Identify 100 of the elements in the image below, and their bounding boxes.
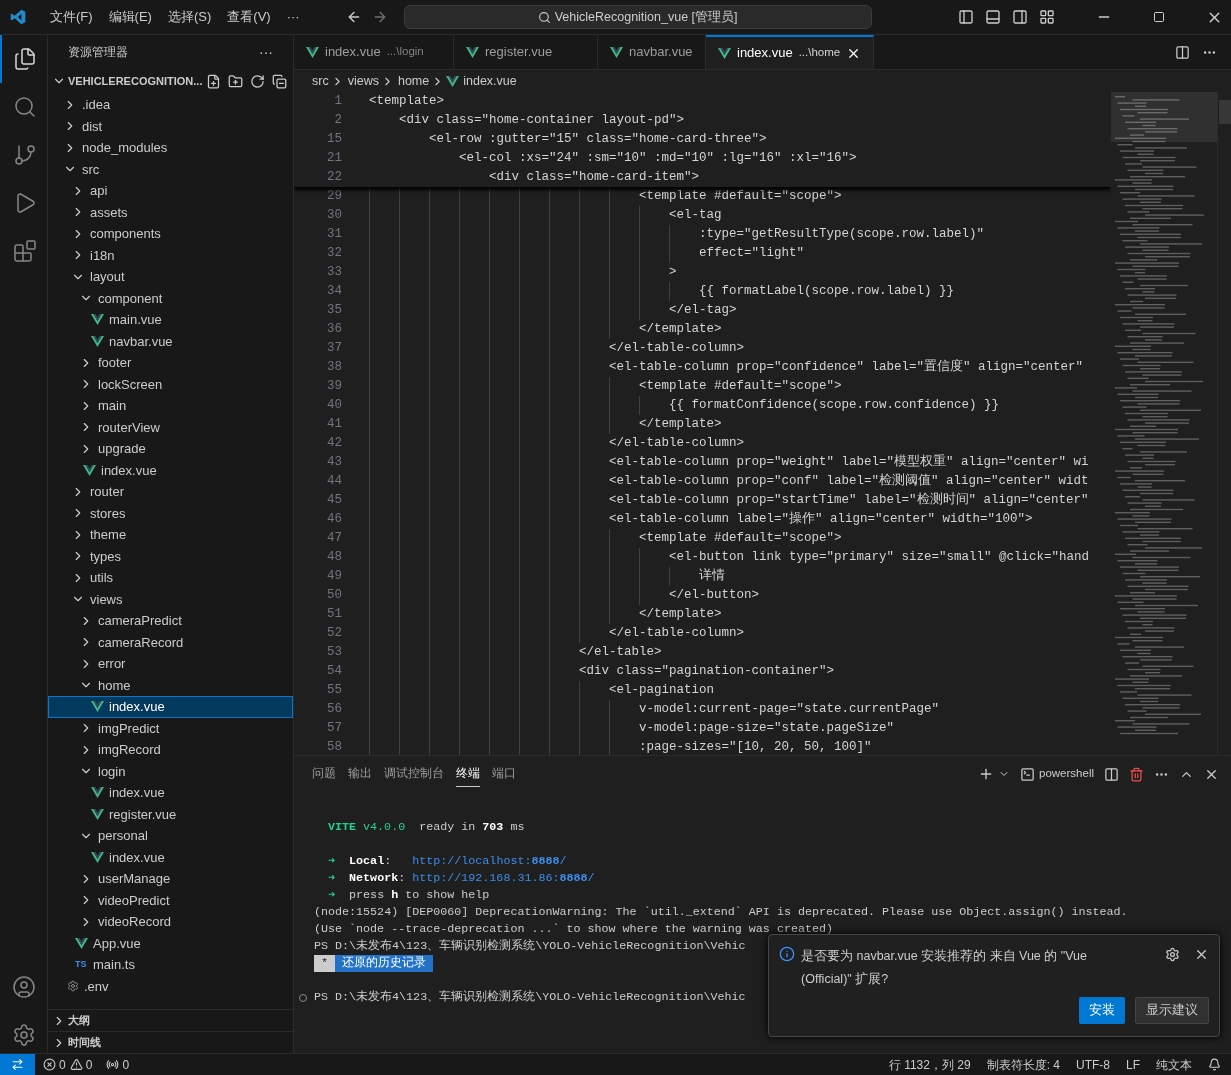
panel-tab[interactable]: 端口 (492, 760, 516, 788)
tree-item[interactable]: index.vue (48, 696, 293, 718)
status-item[interactable]: 制表符长度: 4 (986, 1055, 1060, 1074)
status-item[interactable]: 纯文本 (1156, 1055, 1192, 1074)
tree-item[interactable]: main.vue (48, 309, 293, 331)
tree-item[interactable]: views (48, 588, 293, 610)
tree-item[interactable]: layout (48, 266, 293, 288)
tree-item[interactable]: components (48, 223, 293, 245)
tree-item[interactable]: main (48, 395, 293, 417)
refresh-icon[interactable] (250, 73, 265, 89)
tree-item[interactable]: error (48, 653, 293, 675)
workspace-root[interactable]: VEHICLERECOGNITION... (68, 72, 203, 90)
status-item[interactable]: LF (1126, 1055, 1140, 1074)
tree-item[interactable]: index.vue (48, 782, 293, 804)
tree-item[interactable]: stores (48, 502, 293, 524)
panel-toggle-icon[interactable] (985, 9, 1001, 25)
tree-item[interactable]: theme (48, 524, 293, 546)
tree-item[interactable]: index.vue (48, 846, 293, 868)
account-icon[interactable] (11, 975, 36, 999)
more-menu[interactable]: ··· (278, 7, 308, 27)
bell-icon[interactable] (1208, 1058, 1221, 1071)
more-button[interactable]: ··· (259, 42, 273, 63)
minimap-viewport[interactable] (1111, 92, 1217, 142)
tree-item[interactable]: register.vue (48, 803, 293, 825)
panel-tab[interactable]: 调试控制台 (384, 760, 444, 788)
command-center[interactable]: VehicleRecognition_vue [管理员] (403, 5, 872, 29)
tree-item[interactable]: cameraRecord (48, 631, 293, 653)
trash-icon[interactable] (1129, 766, 1144, 782)
breadcrumb-item[interactable]: views (347, 71, 379, 91)
status-item[interactable]: UTF-8 (1076, 1055, 1110, 1074)
tree-item[interactable]: node_modules (48, 137, 293, 159)
breadcrumb-item[interactable]: index.vue (463, 71, 517, 91)
tree-item[interactable]: i18n (48, 244, 293, 266)
tree-item[interactable]: routerView (48, 416, 293, 438)
tree-item[interactable]: navbar.vue (48, 330, 293, 352)
tree-item[interactable]: .idea (48, 94, 293, 116)
settings-icon[interactable] (11, 1023, 36, 1047)
line-number: 50 (326, 587, 342, 604)
tree-item[interactable]: src (48, 158, 293, 180)
tree-item[interactable]: videoPredict (48, 889, 293, 911)
maximize-icon[interactable] (1153, 11, 1165, 23)
tree-item[interactable]: dist (48, 115, 293, 137)
line-number: 1 (333, 93, 342, 110)
tree-item[interactable]: personal (48, 825, 293, 847)
split-editor-icon[interactable] (1175, 44, 1190, 60)
breadcrumb-item[interactable]: home (397, 71, 430, 91)
menu-item[interactable]: 选择(S) (159, 7, 220, 27)
error-count[interactable]: 0 (59, 1055, 66, 1074)
vue-file-icon (91, 787, 104, 799)
remote-button[interactable] (0, 1054, 35, 1075)
tree-item[interactable]: userManage (48, 868, 293, 890)
tree-item[interactable]: assets (48, 201, 293, 223)
tree-item[interactable]: types (48, 545, 293, 567)
tree-item[interactable]: lockScreen (48, 373, 293, 395)
tree-item[interactable]: upgrade (48, 438, 293, 460)
shell-name[interactable]: powershell (1039, 765, 1094, 783)
tree-item[interactable]: component (48, 287, 293, 309)
menu-item[interactable]: 编辑(E) (100, 7, 160, 27)
settings-icon[interactable] (1165, 947, 1180, 962)
editor-tab[interactable]: register.vue (454, 35, 598, 69)
layout-icon[interactable] (1039, 9, 1055, 25)
menu-item[interactable]: 查看(V) (219, 7, 279, 27)
panel-tab[interactable]: 终端 (456, 760, 480, 788)
tree-item[interactable]: router (48, 481, 293, 503)
menu-item[interactable]: 文件(F) (42, 7, 101, 27)
split-terminal-icon[interactable] (1104, 766, 1119, 782)
tree-item[interactable]: App.vue (48, 932, 293, 954)
section-header[interactable]: 时间线 (68, 1034, 101, 1051)
tree-item[interactable]: api (48, 180, 293, 202)
install-button[interactable]: 安装 (1079, 997, 1125, 1024)
tree-item[interactable]: utils (48, 567, 293, 589)
secondary-sidebar-icon[interactable] (1012, 9, 1028, 25)
show-suggestions-button[interactable]: 显示建议 (1135, 997, 1209, 1024)
section-header[interactable]: 大纲 (68, 1012, 90, 1029)
tree-item[interactable]: imgPredict (48, 717, 293, 739)
close-icon[interactable] (1194, 947, 1209, 962)
tree-item[interactable]: index.vue (48, 459, 293, 481)
tree-item[interactable]: videoRecord (48, 911, 293, 933)
breadcrumb-item[interactable]: src (312, 71, 329, 91)
collapse-icon[interactable] (272, 73, 287, 89)
status-item[interactable]: 行 1132，列 29 (888, 1055, 971, 1074)
line-number: 36 (326, 321, 342, 338)
add-icon[interactable] (978, 766, 994, 782)
panel-tab[interactable]: 问题 (312, 760, 336, 788)
tree-item[interactable]: .env (48, 975, 293, 997)
tree-item[interactable]: imgRecord (48, 739, 293, 761)
tree-item[interactable]: TS main.ts (48, 954, 293, 976)
editor-tab[interactable]: index.vue ...\login (294, 35, 454, 69)
tree-item[interactable]: footer (48, 352, 293, 374)
editor-tab[interactable]: index.vue ...\home (706, 35, 875, 69)
sidebar-toggle-icon[interactable] (958, 9, 974, 25)
tree-item[interactable]: cameraPredict (48, 610, 293, 632)
new-folder-icon[interactable] (228, 73, 243, 89)
warning-count[interactable]: 0 (85, 1055, 93, 1074)
panel-tab[interactable]: 输出 (348, 760, 372, 788)
ports-count[interactable]: 0 (122, 1055, 130, 1074)
scrollbar[interactable] (1217, 92, 1231, 755)
tree-item[interactable]: home (48, 674, 293, 696)
tree-item[interactable]: login (48, 760, 293, 782)
new-file-icon[interactable] (206, 73, 221, 89)
